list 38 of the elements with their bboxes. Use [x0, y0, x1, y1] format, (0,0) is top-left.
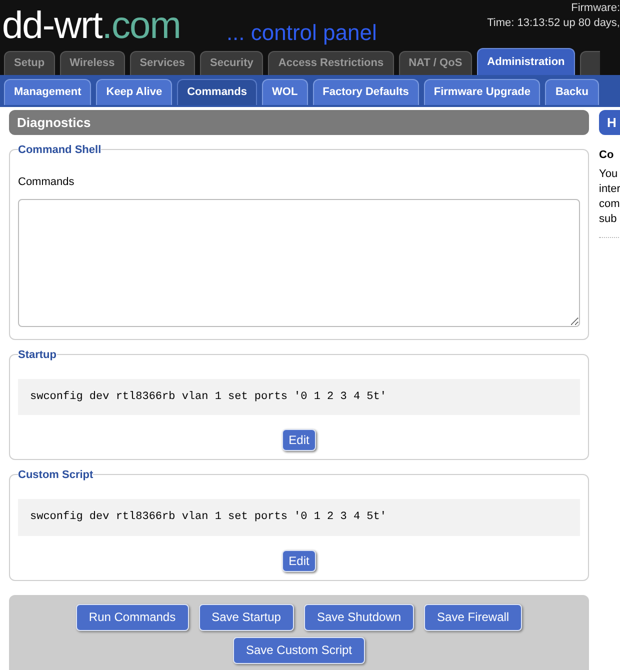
action-button[interactable]: Save Shutdown [304, 604, 414, 630]
code-block: swconfig dev rtl8366rb vlan 1 set ports '0 1 2 3 4 5t' [18, 378, 580, 415]
main-tab[interactable]: Administration [477, 48, 575, 75]
sub-tab[interactable]: Keep Alive [96, 79, 172, 105]
edit-button[interactable]: Edit [282, 429, 316, 451]
help-title: Co [599, 148, 615, 163]
sub-tab[interactable]: Backu [545, 79, 598, 105]
action-button[interactable]: Save Firewall [424, 604, 522, 630]
sub-tab[interactable]: Management [4, 79, 92, 105]
edit-button[interactable]: Edit [282, 550, 316, 572]
tagline: ... control panel [226, 21, 377, 45]
help-text: com [599, 196, 620, 212]
main-tab[interactable]: Setup [4, 51, 55, 75]
action-button[interactable]: Save Startup [198, 604, 294, 630]
commands-label: Commands [18, 175, 76, 190]
main-tab[interactable]: Wireless [60, 51, 125, 75]
code-block: swconfig dev rtl8366rb vlan 1 set ports '0 1 2 3 4 5t' [18, 499, 580, 536]
section-title: Diagnostics [9, 110, 589, 135]
help-button[interactable]: H [599, 110, 620, 135]
sub-tab[interactable]: Commands [177, 79, 257, 105]
help-text: You [599, 166, 619, 182]
sub-tab[interactable]: Firmware Upgrade [424, 79, 540, 105]
sub-tab[interactable]: Factory Defaults [312, 79, 419, 105]
help-text: inter [599, 182, 620, 196]
fieldset-legend: Custom Script [18, 467, 94, 484]
help-text: sub [599, 212, 618, 226]
action-button[interactable]: Run Commands [76, 604, 189, 630]
main-tab[interactable] [580, 51, 600, 75]
main-tab[interactable]: NAT / QoS [398, 51, 472, 75]
main-tab[interactable]: Services [130, 51, 195, 75]
main-tab[interactable]: Security [200, 51, 264, 75]
uptime-text: Time: 13:13:52 up 80 days, [487, 16, 620, 31]
firmware-label: Firmware: [571, 1, 620, 16]
main-tab[interactable]: Access Restrictions [268, 51, 394, 75]
sub-tab[interactable]: WOL [262, 79, 308, 105]
logo: dd-wrt.com [2, 7, 180, 45]
action-button[interactable]: Save Custom Script [232, 636, 366, 664]
commands-field[interactable] [18, 198, 580, 326]
